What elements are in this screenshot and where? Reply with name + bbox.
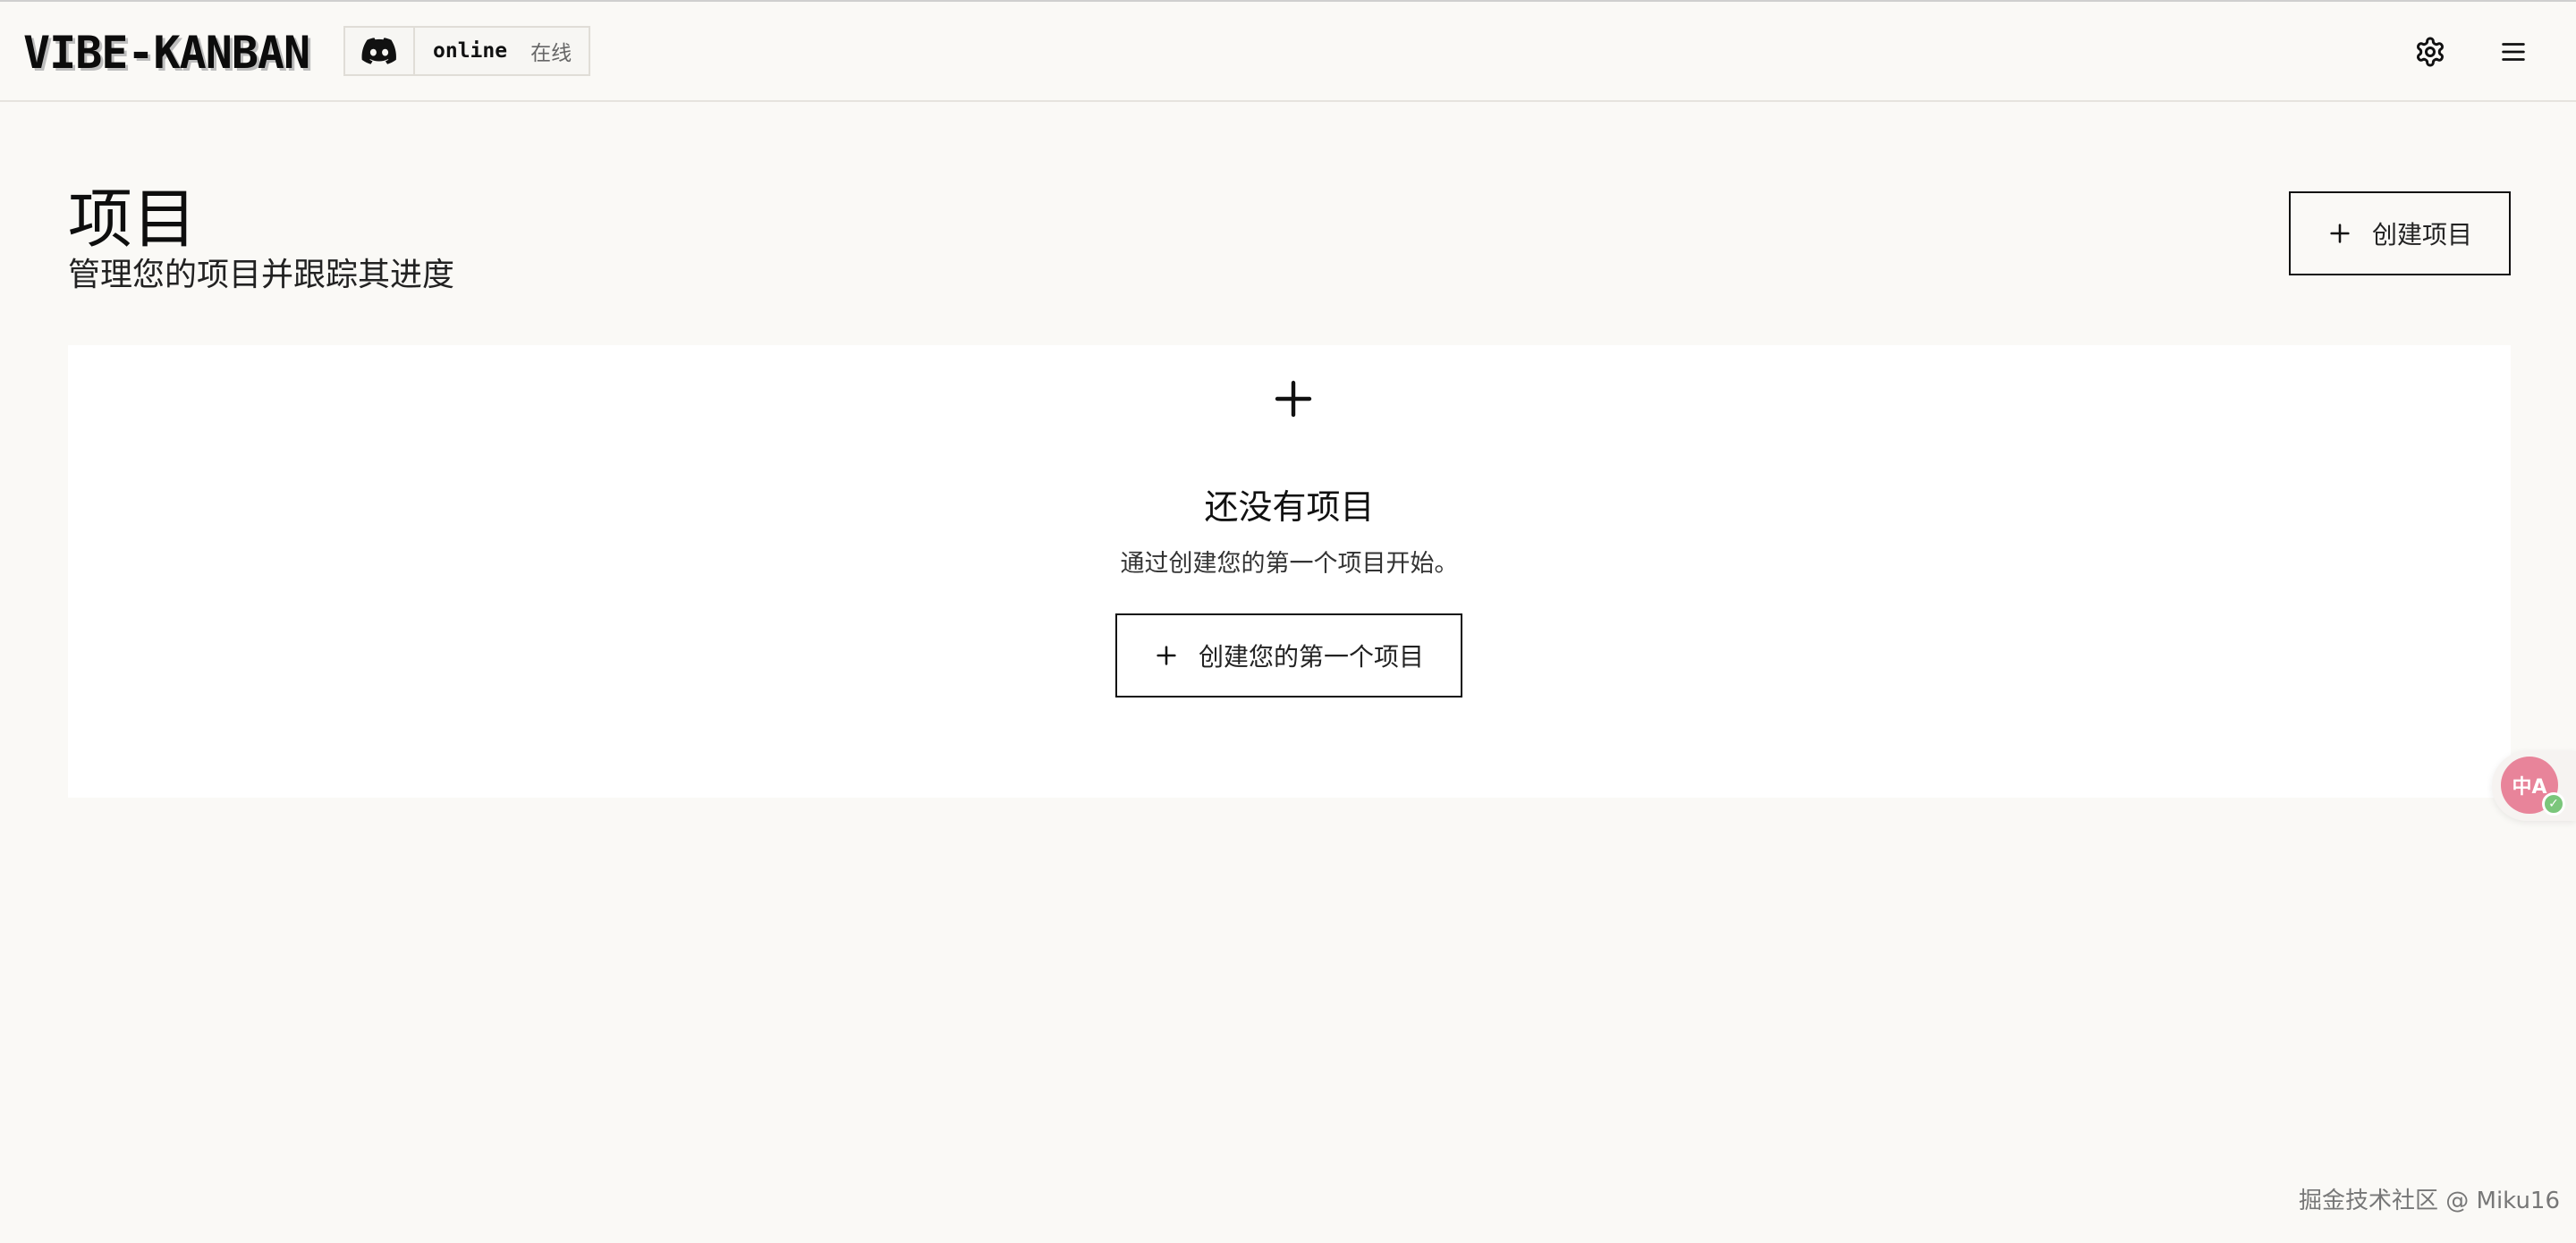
discord-online-label: 在线: [530, 42, 572, 65]
plus-icon: [1267, 372, 1320, 426]
app-header: VIBE-KANBAN online 在线: [0, 0, 2576, 102]
create-project-label: 创建项目: [2371, 220, 2472, 249]
plus-icon: [2330, 224, 2350, 243]
create-first-project-button[interactable]: 创建您的第一个项目: [1115, 613, 1462, 698]
translate-label: 中A: [2512, 776, 2547, 799]
page-subtitle: 管理您的项目并跟踪其进度: [68, 257, 455, 293]
hamburger-menu-icon: [2502, 43, 2525, 61]
check-icon: ✓: [2542, 792, 2565, 816]
empty-state-title: 还没有项目: [1204, 487, 1375, 527]
settings-button[interactable]: [2408, 30, 2453, 74]
create-first-project-label: 创建您的第一个项目: [1198, 642, 1424, 672]
empty-state-description: 通过创建您的第一个项目开始。: [1120, 550, 1459, 578]
create-project-button[interactable]: 创建项目: [2289, 191, 2511, 275]
menu-button[interactable]: [2491, 30, 2536, 74]
empty-projects-card: 还没有项目 通过创建您的第一个项目开始。 创建您的第一个项目: [68, 345, 2511, 798]
discord-icon: [345, 28, 415, 74]
watermark: 掘金技术社区 @ Miku16: [2299, 1188, 2561, 1214]
gear-icon: [2417, 37, 2444, 67]
translate-widget[interactable]: 中A ✓: [2492, 751, 2576, 821]
app-logo[interactable]: VIBE-KANBAN: [23, 27, 310, 79]
page-title: 项目: [68, 182, 198, 257]
plus-icon: [1157, 646, 1176, 665]
discord-status-text: online: [433, 39, 508, 63]
discord-status-badge[interactable]: online 在线: [343, 26, 590, 76]
